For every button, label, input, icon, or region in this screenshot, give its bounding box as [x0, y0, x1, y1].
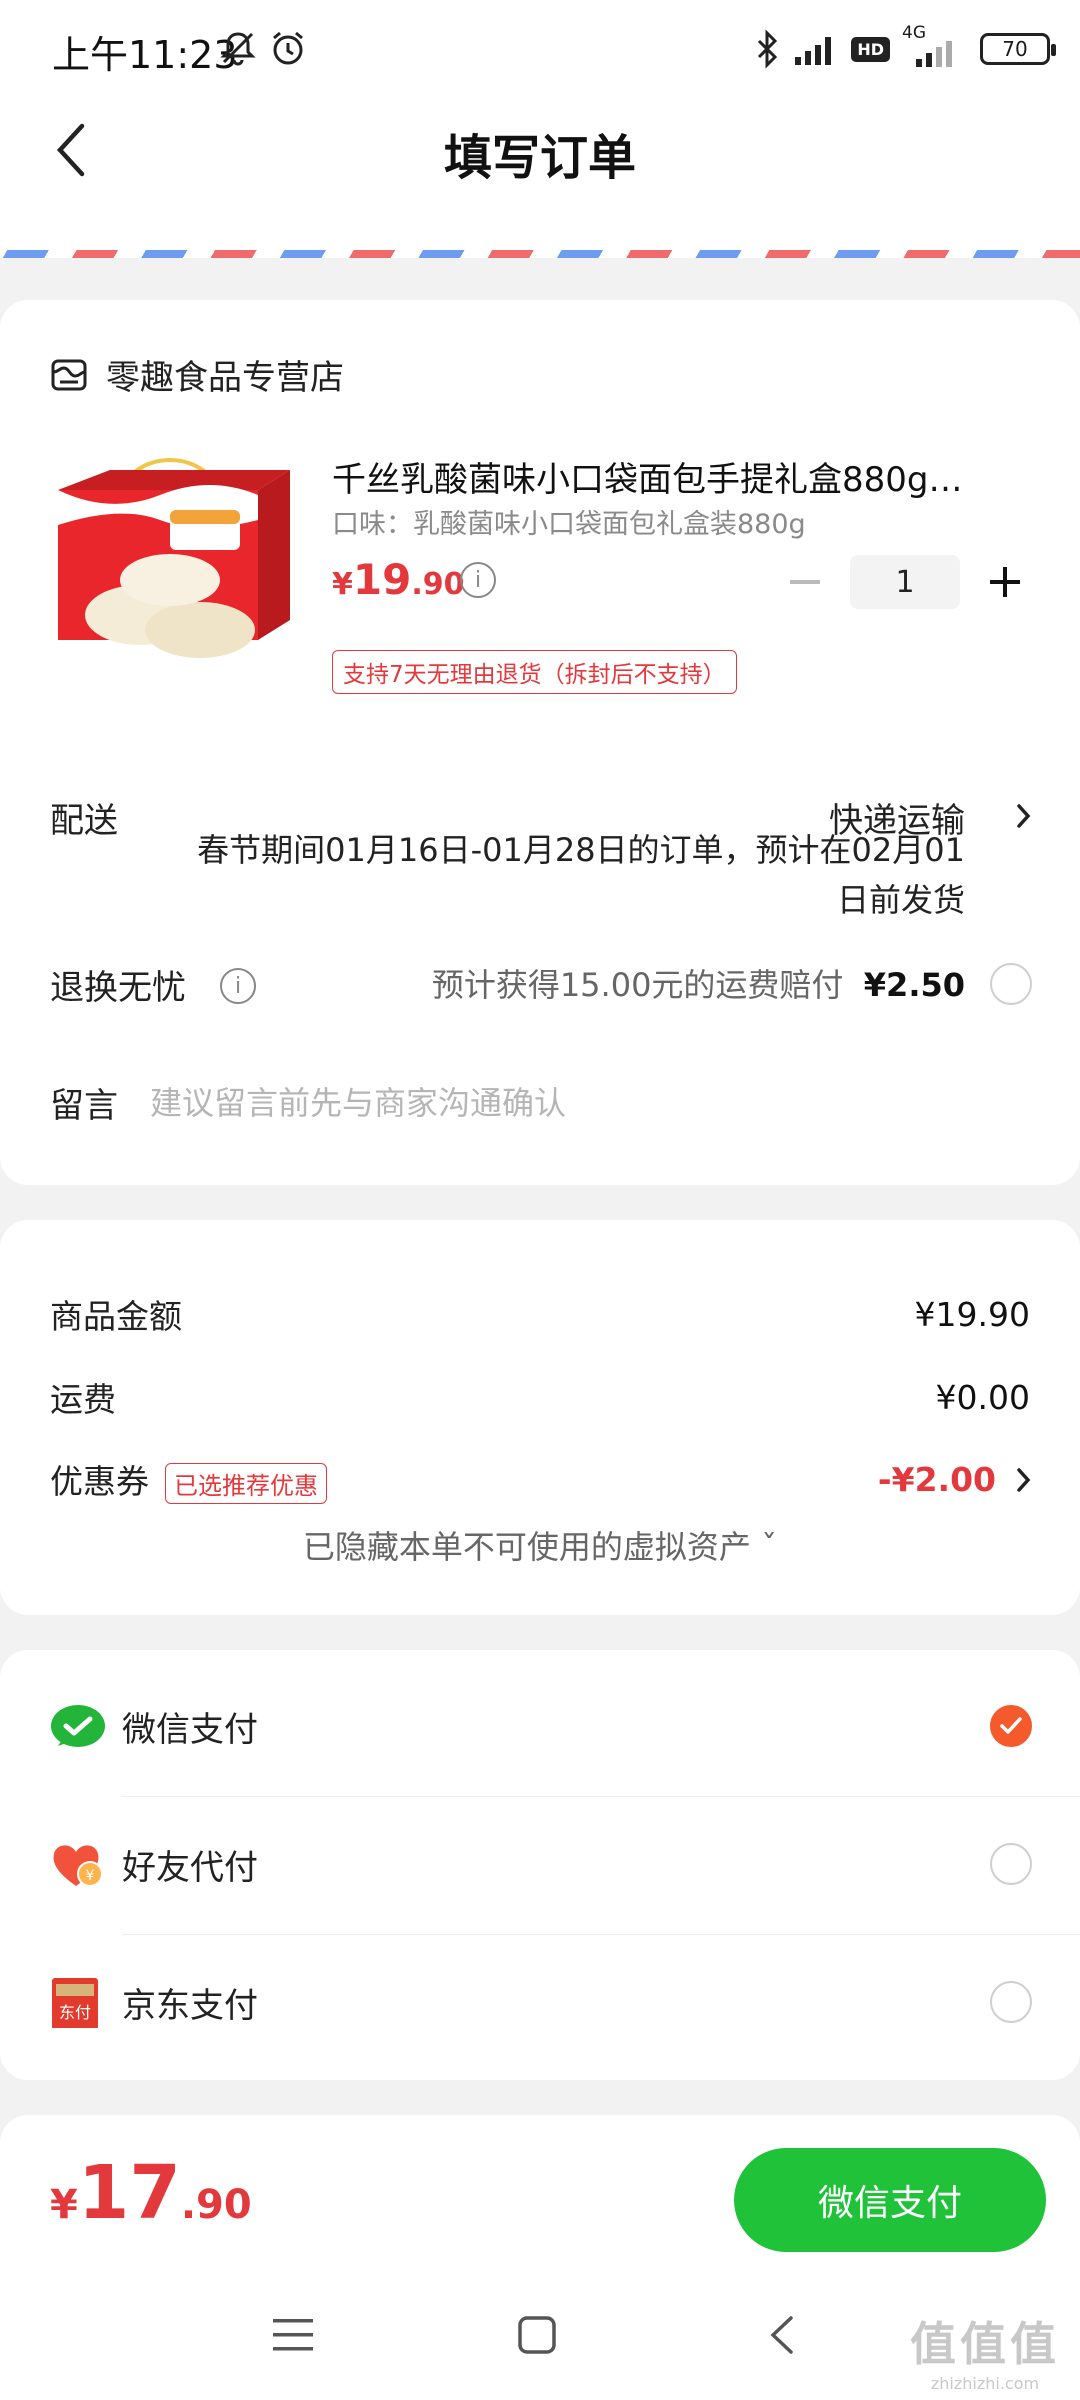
insurance-desc: 预计获得15.00元的运费赔付 [431, 966, 844, 1004]
alarm-icon [273, 31, 303, 65]
watermark-logo: 值值值 [910, 2317, 1060, 2371]
store-header[interactable]: 零趣食品专营店 [50, 350, 344, 399]
price-decimal: .90 [411, 567, 465, 602]
insurance-label: 退换无忧 [50, 968, 186, 1008]
watermark: 值值值 zhizhizhi.com [910, 2308, 1060, 2393]
check-icon [1000, 1717, 1022, 1734]
hidden-assets-toggle[interactable]: 已隐藏本单不可使用的虚拟资产 ˇ [0, 1522, 1080, 1568]
page-title: 填写订单 [443, 130, 636, 186]
coupon-label: 优惠券 [50, 1462, 149, 1501]
payment-radio[interactable] [990, 1843, 1032, 1885]
recent-apps-button[interactable] [268, 2310, 318, 2360]
shipping-fee-value: ¥0.00 [935, 1377, 1030, 1417]
price-integer: 19 [352, 555, 412, 604]
pay-button[interactable]: 微信支付 [734, 2148, 1046, 2252]
insurance-info-icon[interactable]: i [220, 968, 256, 1004]
payment-option-friend[interactable]: ¥ 好友代付 [0, 1796, 1080, 1934]
total-price: ¥17.90 [50, 2150, 252, 2236]
return-policy-badge: 支持7天无理由退货（拆封后不支持） [332, 650, 737, 694]
delivery-label: 配送 [50, 801, 118, 841]
store-icon [51, 359, 87, 390]
product-title[interactable]: 千丝乳酸菌味小口袋面包手提礼盒880g… [332, 452, 1012, 501]
nav-bar: 填写订单 [0, 100, 1080, 200]
battery-icon: 70 [980, 33, 1056, 65]
payment-label: 京东支付 [122, 1986, 258, 2026]
status-time: 上午11:23 [52, 33, 238, 77]
signal-icon [795, 37, 832, 65]
menu-icon [273, 2319, 313, 2351]
home-button[interactable] [512, 2310, 562, 2360]
price-currency: ¥ [332, 567, 353, 602]
goods-amount-value: ¥19.90 [914, 1294, 1030, 1334]
price-info-icon[interactable]: i [460, 562, 496, 598]
mute-bell-icon [220, 32, 256, 66]
product-price: ¥19.90 [332, 555, 464, 604]
home-square-icon [518, 2316, 556, 2354]
coupon-row[interactable]: 优惠券 已选推荐优惠 -¥2.00 [50, 1455, 1032, 1504]
coupon-tag: 已选推荐优惠 [165, 1463, 327, 1504]
quantity-stepper: 1 [780, 555, 1030, 609]
decrease-button[interactable] [780, 557, 830, 607]
insurance-text: 预计获得15.00元的运费赔付 ¥2.50 [432, 960, 965, 1006]
watermark-url: zhizhizhi.com [930, 2374, 1040, 2393]
message-input[interactable]: 建议留言前先与商家沟通确认 [150, 1078, 566, 1124]
back-triangle-icon [770, 2316, 793, 2354]
quantity-value[interactable]: 1 [850, 555, 960, 609]
payment-option-jd[interactable]: 东付 京东支付 [0, 1934, 1080, 2072]
svg-text:东付: 东付 [59, 2003, 91, 2022]
coupon-value: -¥2.00 [877, 1460, 996, 1499]
wechat-pay-icon [51, 1705, 105, 1747]
coupon-chevron-right-icon [1017, 1467, 1031, 1492]
battery-level: 70 [1002, 37, 1028, 61]
bluetooth-icon [758, 29, 778, 69]
top-area: 上午11:23 HD 4G 70 填写订单 [0, 0, 1080, 250]
total-integer: 17 [77, 2150, 181, 2236]
payment-label: 好友代付 [122, 1848, 258, 1888]
product-image[interactable] [50, 450, 290, 690]
svg-text:¥: ¥ [86, 1868, 95, 1884]
product-spec: 口味：乳酸菌味小口袋面包礼盒装880g [332, 509, 806, 540]
message-label: 留言 [50, 1086, 118, 1126]
order-card: 零趣食品专营店 千丝乳酸菌味小口袋面包手提礼盒880g… 口味：乳酸菌味小口袋面… [0, 300, 1080, 1185]
goods-amount-label: 商品金额 [50, 1297, 182, 1336]
jd-pay-icon: 东付 [52, 1978, 98, 2028]
delivery-note: 春节期间01月16日-01月28日的订单，预计在02月01日前发货 [197, 831, 965, 919]
shipping-fee-label: 运费 [50, 1380, 116, 1419]
payment-radio-selected[interactable] [990, 1705, 1032, 1747]
stripe-shadow [0, 258, 1080, 268]
system-back-button[interactable] [757, 2310, 807, 2360]
signal-4g-icon [916, 41, 952, 67]
total-decimal: .90 [180, 2182, 252, 2228]
signal-4g: 4G [902, 23, 968, 69]
payment-label: 微信支付 [122, 1710, 258, 1750]
insurance-radio[interactable] [990, 963, 1032, 1005]
delivery-chevron-right-icon[interactable] [1016, 803, 1032, 829]
shipping-fee-row: 运费 ¥0.00 [50, 1373, 1030, 1421]
minus-icon [790, 580, 820, 584]
store-name: 零趣食品专营店 [106, 358, 344, 398]
payment-radio[interactable] [990, 1981, 1032, 2023]
status-bar: 上午11:23 HD 4G 70 [0, 0, 1080, 100]
friend-pay-heart-icon: ¥ [53, 1845, 103, 1887]
status-right: HD 4G 70 [753, 23, 1056, 74]
payment-option-wechat[interactable]: 微信支付 [0, 1658, 1080, 1796]
plus-icon [990, 567, 1020, 597]
insurance-price: ¥2.50 [863, 966, 965, 1004]
hd-badge: HD [851, 36, 890, 62]
total-currency: ¥ [50, 2182, 78, 2228]
increase-button[interactable] [980, 557, 1030, 607]
goods-amount-row: 商品金额 ¥19.90 [50, 1290, 1030, 1338]
